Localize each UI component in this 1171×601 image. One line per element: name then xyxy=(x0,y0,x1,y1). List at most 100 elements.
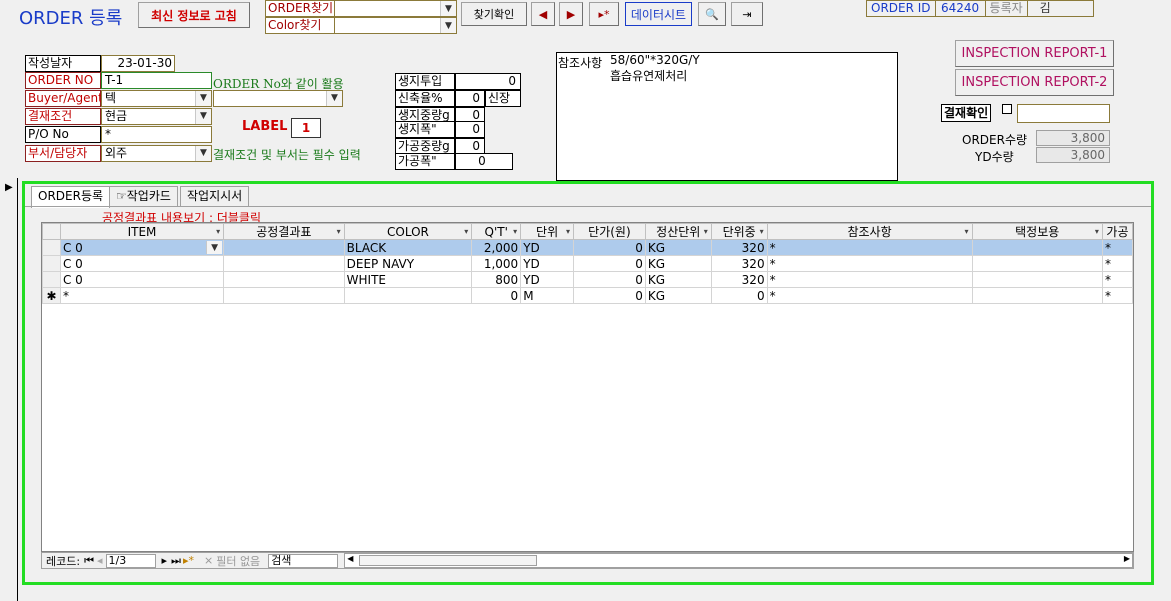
cell-process-2[interactable]: * xyxy=(1101,239,1133,256)
spec-value-fabric-input[interactable]: 0 xyxy=(455,73,521,90)
cell-process[interactable] xyxy=(223,255,345,272)
column-header-tag-info[interactable]: 택정보용 ▾ xyxy=(971,223,1103,240)
column-header-process[interactable]: 공정결과표 ▾ xyxy=(223,223,345,240)
chevron-down-icon[interactable]: ▼ xyxy=(195,146,211,161)
chevron-down-icon[interactable]: ▼ xyxy=(440,18,456,33)
tab-work-card[interactable]: ☞작업카드 xyxy=(109,186,178,207)
tab-order-register[interactable]: ORDER등록 xyxy=(31,186,111,208)
row-selector[interactable] xyxy=(42,255,61,272)
inspection-report-1-button[interactable]: INSPECTION REPORT-1 xyxy=(955,40,1114,67)
table-row[interactable]: C 0 ▼ BLACK 2,000 YD 0 KG 320 * * xyxy=(42,239,1133,256)
column-header-item[interactable]: ITEM ▾ xyxy=(59,223,225,240)
cell-color[interactable]: DEEP NAVY xyxy=(343,255,473,272)
cell-color[interactable] xyxy=(343,287,473,304)
agent-combo[interactable]: ▼ xyxy=(213,90,343,107)
horizontal-scrollbar[interactable]: ◀ ▶ xyxy=(344,553,1133,568)
prev-record-button[interactable]: ◀ xyxy=(531,2,555,26)
cell-process-2[interactable]: * xyxy=(1101,271,1133,288)
table-row[interactable]: C 0 WHITE 800 YD 0 KG 320 * * xyxy=(42,271,1133,288)
order-no-field[interactable]: T-1 xyxy=(101,72,212,89)
color-find-combo[interactable]: Color찾기 ▼ xyxy=(265,17,457,34)
table-row[interactable]: C 0 DEEP NAVY 1,000 YD 0 KG 320 * * xyxy=(42,255,1133,272)
table-row-new[interactable]: ✱ * 0 M 0 KG 0 * * xyxy=(42,287,1133,304)
chevron-down-icon[interactable]: ▼ xyxy=(206,241,223,254)
row-selector[interactable] xyxy=(42,239,61,256)
cell-remarks[interactable]: * xyxy=(766,255,973,272)
column-header-price[interactable]: 단가(원) xyxy=(573,223,646,240)
next-record-icon[interactable]: ▸ xyxy=(156,554,168,567)
payment-combo[interactable]: 현금 ▼ xyxy=(101,108,212,125)
cell-qty[interactable]: 0 xyxy=(471,287,522,304)
cell-unit[interactable]: YD xyxy=(520,271,574,288)
column-header-unit-weight[interactable]: 단위중 ▾ xyxy=(710,223,768,240)
binoculars-button[interactable]: 🔍 xyxy=(698,2,726,26)
date-field[interactable]: 23-01-30 xyxy=(101,55,175,72)
cell-tag-info[interactable] xyxy=(971,255,1103,272)
cell-process-2[interactable]: * xyxy=(1101,255,1133,272)
row-selector[interactable] xyxy=(42,271,61,288)
dept-combo[interactable]: 외주 ▼ xyxy=(101,145,212,162)
cell-item[interactable]: C 0 xyxy=(59,271,225,288)
cell-process[interactable] xyxy=(223,287,345,304)
exit-button[interactable]: ⇥ xyxy=(731,2,763,26)
remarks-textarea[interactable]: 58/60"*320G/Y 흡습유연제처리 xyxy=(610,53,896,179)
header-corner[interactable] xyxy=(42,223,61,240)
order-find-input[interactable] xyxy=(335,1,440,16)
order-find-combo[interactable]: ORDER찾기 ▼ xyxy=(265,0,457,17)
prev-record-icon[interactable]: ◂ xyxy=(94,554,103,567)
cell-settle-unit[interactable]: KG xyxy=(644,239,712,256)
spec-value-fabric-width[interactable]: 0 xyxy=(455,121,485,138)
new-record-button[interactable]: ▸* xyxy=(589,2,619,26)
cell-qty[interactable]: 800 xyxy=(471,271,522,288)
cell-item[interactable]: * xyxy=(59,287,225,304)
cell-unit[interactable]: YD xyxy=(520,255,574,272)
new-record-icon[interactable]: ▸* xyxy=(181,554,194,567)
cell-settle-unit[interactable]: KG xyxy=(644,271,712,288)
label-field[interactable]: 1 xyxy=(291,118,321,138)
datasheet-button[interactable]: 데이터시트 xyxy=(625,2,692,26)
cell-item[interactable]: C 0 ▼ xyxy=(59,239,225,256)
search-input[interactable]: 검색 xyxy=(268,553,339,568)
column-header-process-2[interactable]: 가공 xyxy=(1101,223,1133,240)
cell-price[interactable]: 0 xyxy=(573,255,646,272)
cell-price[interactable]: 0 xyxy=(573,271,646,288)
cell-color[interactable]: WHITE xyxy=(343,271,473,288)
column-header-remarks[interactable]: 참조사항 ▾ xyxy=(766,223,973,240)
chevron-down-icon[interactable]: ▼ xyxy=(326,91,342,106)
column-header-color[interactable]: COLOR ▾ xyxy=(343,223,473,240)
scroll-left-icon[interactable]: ◀ xyxy=(347,554,353,563)
cell-item[interactable]: C 0 xyxy=(59,255,225,272)
first-record-icon[interactable]: ⏮ xyxy=(80,554,94,568)
find-confirm-button[interactable]: 찾기확인 xyxy=(461,2,527,26)
chevron-down-icon[interactable]: ▼ xyxy=(195,91,211,106)
filter-icon[interactable]: ⨯ xyxy=(194,554,213,567)
column-header-unit[interactable]: 단위 ▾ xyxy=(520,223,574,240)
cell-unit-weight[interactable]: 320 xyxy=(710,239,768,256)
buyer-combo[interactable]: 텍 ▼ xyxy=(101,90,212,107)
cell-tag-info[interactable] xyxy=(971,271,1103,288)
color-find-input[interactable] xyxy=(335,18,440,33)
cell-process[interactable] xyxy=(223,239,345,256)
cell-unit-weight[interactable]: 320 xyxy=(710,255,768,272)
record-position-field[interactable]: 1/3 xyxy=(105,553,156,568)
chevron-down-icon[interactable]: ▼ xyxy=(440,1,456,16)
cell-remarks[interactable]: * xyxy=(766,287,973,304)
cell-color[interactable]: BLACK xyxy=(343,239,473,256)
cell-process-2[interactable]: * xyxy=(1101,287,1133,304)
filter-status[interactable]: 필터 없음 xyxy=(213,553,260,569)
cell-unit-weight[interactable]: 320 xyxy=(710,271,768,288)
cell-tag-info[interactable] xyxy=(971,287,1103,304)
cell-unit-weight[interactable]: 0 xyxy=(710,287,768,304)
chevron-down-icon[interactable]: ▼ xyxy=(195,109,211,124)
cell-price[interactable]: 0 xyxy=(573,287,646,304)
column-header-settle-unit[interactable]: 정산단위 ▾ xyxy=(644,223,712,240)
spec-value-proc-width[interactable]: 0 xyxy=(455,153,513,170)
po-field[interactable]: * xyxy=(101,126,212,143)
cell-qty[interactable]: 1,000 xyxy=(471,255,522,272)
cell-process[interactable] xyxy=(223,271,345,288)
cell-settle-unit[interactable]: KG xyxy=(644,287,712,304)
refresh-button[interactable]: 최신 정보로 고침 xyxy=(138,2,250,28)
approval-checkbox[interactable] xyxy=(1002,104,1012,114)
inspection-report-2-button[interactable]: INSPECTION REPORT-2 xyxy=(955,69,1114,96)
cell-remarks[interactable]: * xyxy=(766,239,973,256)
